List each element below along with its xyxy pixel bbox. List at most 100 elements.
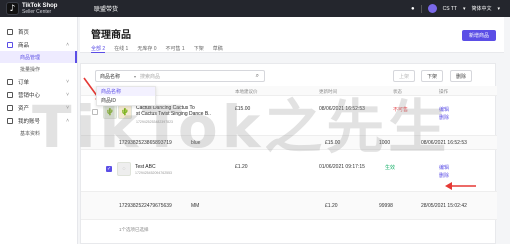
- page-title: 管理商品: [91, 30, 131, 41]
- chevron-down-icon: ▾: [462, 5, 466, 12]
- status-tabs: 全部 2 在线 1 无库存 0 不可售 1 下架 草稿: [91, 45, 223, 53]
- activate-button[interactable]: 上架: [393, 70, 415, 82]
- sidebar-item-products[interactable]: 商品 ˄: [0, 38, 77, 51]
- sku-id: 1729382523865893719: [119, 140, 172, 146]
- sku-stock: 99998: [379, 203, 393, 209]
- sidebar-item-label: 商品: [18, 42, 30, 49]
- search-filter: 商品名称 ▾ 搜索商品 ⌕: [95, 70, 265, 82]
- account-name[interactable]: CS TT: [443, 6, 457, 12]
- sidebar-item-account[interactable]: 我的账号 ˄: [0, 114, 77, 127]
- col-updated: 更新时间: [319, 89, 337, 94]
- megaphone-icon: [7, 91, 13, 98]
- sidebar-item-assets[interactable]: 资产 ˅: [0, 101, 77, 114]
- sidebar-sub-profile[interactable]: 基本资料: [0, 127, 77, 139]
- delete-link[interactable]: 删除: [439, 172, 449, 179]
- product-name[interactable]: Test ABC: [135, 164, 156, 170]
- brand-subtitle: Seller Center: [22, 8, 52, 15]
- status-badge: 生效: [385, 165, 396, 171]
- sidebar-item-label: 资产: [18, 105, 30, 112]
- search-input[interactable]: 搜索商品: [140, 73, 160, 80]
- table-row: ✓ ◌ Test ABC 1729425452094762553 £1.20 0…: [81, 156, 497, 192]
- bell-icon[interactable]: ●: [411, 6, 415, 12]
- home-icon: [7, 28, 13, 35]
- chevron-down-icon: ▾: [134, 73, 137, 79]
- edit-link[interactable]: 编辑: [439, 106, 449, 113]
- brand-name: TikTok Shop: [22, 2, 58, 9]
- price: £1.20: [235, 164, 248, 170]
- user-icon: [7, 117, 13, 124]
- sidebar-sub-manage-products[interactable]: 商品管理: [0, 51, 77, 63]
- page-header: 管理商品 新增商品 全部 2 在线 1 无库存 0 不可售 1 下架 草稿: [80, 17, 504, 53]
- sku-price: £15.00: [325, 140, 341, 146]
- chevron-up-icon: ˄: [66, 41, 69, 48]
- product-id: 1729425452094762553: [135, 171, 172, 175]
- nav-affiliate[interactable]: 联盟带货: [94, 4, 118, 13]
- main-content: 管理商品 新增商品 全部 2 在线 1 无库存 0 不可售 1 下架 草稿 商品…: [80, 17, 504, 244]
- sku-row: 1729382522479675639 MM £1.20 99998 28/05…: [81, 192, 497, 220]
- tab-unavailable[interactable]: 不可售 1: [166, 45, 185, 53]
- sku-variant: MM: [191, 203, 200, 209]
- search-field-select[interactable]: 商品名称: [96, 73, 134, 80]
- search-icon[interactable]: ⌕: [256, 73, 259, 80]
- language-switch[interactable]: 简体中文: [471, 5, 491, 12]
- price: £15.00: [235, 106, 251, 112]
- product-panel: 商品名称 ▾ 搜索商品 ⌕ 上架 下架 删除 商品名称 商品ID 商品名称 本地…: [80, 63, 497, 244]
- sku-updated: 08/06/2021 16:52:53: [421, 140, 467, 146]
- sku-variant: blue: [191, 140, 201, 146]
- avatar[interactable]: [427, 4, 437, 13]
- top-bar: ♪ TikTok Shop Seller Center 联盟带货 ● CS TT…: [0, 0, 510, 17]
- box-icon: [7, 41, 13, 48]
- chevron-down-icon: ˅: [66, 91, 69, 98]
- row-checkbox[interactable]: ✓: [106, 166, 112, 172]
- divider: [420, 4, 422, 13]
- sidebar-item-marketing[interactable]: 营销中心 ˅: [0, 88, 77, 101]
- sku-id: 1729382522479675639: [119, 203, 172, 209]
- sidebar-item-label: 我的账号: [18, 118, 41, 125]
- col-price: 本地建议价: [235, 89, 258, 94]
- tab-live[interactable]: 在线 1: [114, 45, 128, 53]
- updated-time: 08/06/2021 16:52:53: [319, 106, 365, 112]
- sidebar-sub-bulk[interactable]: 批量操作: [0, 63, 77, 75]
- brand[interactable]: ♪ TikTok Shop Seller Center: [0, 2, 82, 15]
- dropdown-option[interactable]: 商品ID: [97, 96, 155, 105]
- product-thumbnail: 🌵: [118, 105, 132, 119]
- status-badge: 不可售: [393, 107, 409, 113]
- product-name-line: st Cactus Twist Singing Dance B..: [136, 111, 211, 117]
- sidebar-item-orders[interactable]: 订单 ˅: [0, 75, 77, 88]
- tiktok-logo-icon: ♪: [6, 2, 19, 15]
- col-status: 状态: [393, 89, 402, 94]
- chevron-up-icon: ˄: [66, 117, 69, 124]
- product-name[interactable]: Cactus Dancing Cactus To st Cactus Twist…: [136, 105, 211, 117]
- wallet-icon: [7, 104, 13, 111]
- deactivate-button[interactable]: 下架: [421, 70, 443, 82]
- product-id: 1729425253482397823: [136, 120, 173, 124]
- add-product-button[interactable]: 新增商品: [462, 30, 496, 41]
- col-actions: 操作: [439, 89, 448, 94]
- dropdown-option[interactable]: 商品名称: [97, 87, 155, 96]
- tab-all[interactable]: 全部 2: [91, 45, 106, 53]
- edit-link[interactable]: 编辑: [439, 164, 449, 171]
- delete-button[interactable]: 删除: [450, 70, 472, 82]
- chevron-down-icon: ▾: [497, 5, 500, 12]
- chevron-down-icon: ˅: [66, 104, 69, 111]
- sidebar-item-label: 营销中心: [18, 92, 41, 99]
- sidebar-item-label: 首页: [18, 29, 30, 36]
- sku-row: 1729382523865893719 blue £15.00 1000 08/…: [81, 136, 497, 150]
- selection-hint: 1个选项已选择: [119, 227, 149, 232]
- sidebar-item-label: 订单: [18, 79, 30, 86]
- tab-out-of-stock[interactable]: 无库存 0: [137, 45, 156, 53]
- chevron-down-icon: ˅: [66, 78, 69, 85]
- product-thumbnail: ◌: [117, 162, 131, 176]
- sidebar: 首页 商品 ˄ 商品管理 批量操作 订单 ˅ 营销中心 ˅ 资产 ˅ 我的账号 …: [0, 17, 78, 244]
- sku-stock: 1000: [379, 140, 391, 146]
- sku-price: £1.20: [325, 203, 338, 209]
- updated-time: 01/06/2021 09:17:15: [319, 164, 365, 170]
- row-checkbox[interactable]: [92, 109, 98, 115]
- search-field-dropdown: 商品名称 商品ID: [96, 86, 156, 106]
- delete-link[interactable]: 删除: [439, 114, 449, 121]
- product-thumbnail: 🌵: [103, 105, 117, 119]
- tab-deactivated[interactable]: 下架: [194, 45, 204, 53]
- order-icon: [7, 78, 13, 85]
- tab-draft[interactable]: 草稿: [213, 45, 223, 53]
- sidebar-item-home[interactable]: 首页: [0, 25, 77, 38]
